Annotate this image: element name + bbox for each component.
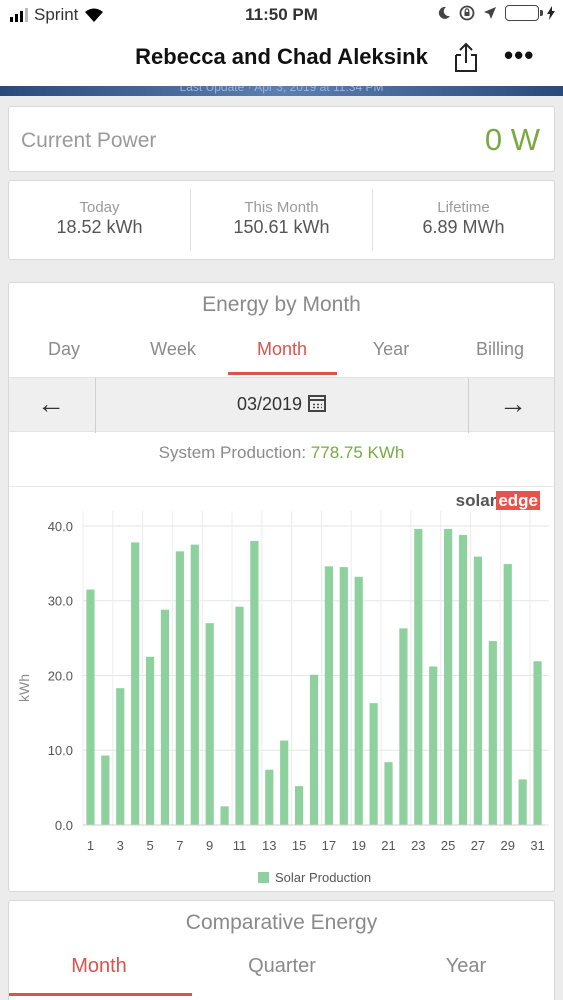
bar-day-11	[235, 606, 244, 825]
bar-day-28	[488, 641, 497, 825]
moon-icon	[438, 6, 450, 19]
active-tab-indicator	[9, 993, 192, 996]
y-tick-label: 40.0	[48, 519, 73, 534]
x-tick-label: 17	[322, 838, 336, 853]
bar-day-4	[131, 542, 140, 825]
x-tick-label: 1	[87, 838, 94, 853]
y-tick-label: 0.0	[55, 818, 73, 833]
legend-swatch	[258, 872, 269, 883]
legend-label: Solar Production	[275, 870, 371, 885]
bar-day-13	[265, 769, 274, 825]
bar-day-1	[86, 589, 95, 825]
bar-day-3	[116, 688, 125, 825]
energy-bar-chart: 0.010.020.030.040.01 3 5 7 9 11 13 15 17 19 21 23 25…	[16, 511, 549, 885]
stat-label: Today	[79, 199, 120, 216]
bar-day-19	[354, 576, 363, 825]
location-icon	[484, 7, 496, 19]
bar-day-20	[369, 703, 378, 825]
x-tick-label: 13	[262, 838, 276, 853]
stat-value: 6.89 MWh	[422, 217, 505, 237]
battery-icon	[505, 5, 543, 21]
last-update-banner: Last Update · Apr 3, 2019 at 11:34 PM	[0, 86, 563, 96]
energy-stats-card: Today 18.52 kWh This Month 150.61 kWh Li…	[8, 180, 555, 260]
bar-day-7	[175, 551, 184, 825]
bar-day-23	[414, 528, 423, 825]
x-tick-label: 29	[501, 838, 515, 853]
stat-value: 150.61 kWh	[233, 217, 330, 237]
bar-day-6	[160, 609, 170, 825]
comparative-heading: Comparative Energy	[185, 911, 378, 934]
rotation-lock-icon	[459, 5, 475, 21]
bar-day-17	[324, 566, 334, 825]
charging-icon	[547, 6, 555, 20]
bar-day-24	[429, 666, 438, 825]
bar-day-18	[339, 567, 348, 825]
x-tick-label: 19	[351, 838, 365, 853]
bar-day-21	[384, 762, 393, 825]
bar-day-14	[280, 740, 289, 825]
tab-comparative-year[interactable]: Year	[396, 955, 536, 978]
x-tick-label: 7	[176, 838, 183, 853]
y-tick-label: 30.0	[48, 594, 73, 609]
stat-this-month: This Month 150.61 kWh	[191, 189, 373, 251]
stat-label: Lifetime	[437, 199, 490, 216]
bar-day-16	[309, 674, 319, 825]
x-tick-label: 11	[233, 838, 247, 853]
y-axis-label: kWh	[16, 674, 32, 702]
bar-day-9	[205, 623, 214, 825]
x-tick-label: 31	[530, 838, 544, 853]
x-tick-label: 3	[117, 838, 124, 853]
site-title: Rebecca and Chad Aleksink	[135, 44, 428, 69]
bar-day-2	[101, 755, 110, 825]
status-bar: Sprint 11:50 PM	[0, 0, 563, 30]
x-tick-label: 25	[441, 838, 455, 853]
bar-day-30	[518, 779, 527, 825]
bar-day-5	[145, 656, 155, 825]
x-tick-label: 15	[292, 838, 306, 853]
stat-lifetime: Lifetime 6.89 MWh	[373, 189, 554, 251]
bar-day-10	[220, 806, 229, 825]
comparative-energy-card: Comparative Energy Month Quarter Year	[8, 900, 555, 1000]
bar-day-15	[294, 786, 304, 825]
stat-today: Today 18.52 kWh	[9, 189, 191, 251]
bar-day-22	[399, 628, 408, 825]
more-menu-button[interactable]: •••	[504, 40, 534, 71]
y-tick-label: 10.0	[48, 743, 73, 758]
bar-day-31	[533, 661, 542, 825]
x-tick-label: 5	[146, 838, 153, 853]
current-power-value: 0 W	[484, 122, 540, 157]
bar-day-8	[190, 544, 199, 825]
current-power-card: Current Power 0 W	[8, 106, 555, 172]
current-power-label: Current Power	[21, 129, 157, 152]
y-tick-label: 20.0	[48, 668, 73, 683]
stat-label: This Month	[244, 199, 319, 216]
x-tick-label: 27	[471, 838, 485, 853]
nav-bar: Rebecca and Chad Aleksink •••	[0, 30, 563, 86]
tab-comparative-month[interactable]: Month	[29, 955, 169, 978]
bar-day-29	[503, 564, 512, 825]
x-tick-label: 21	[381, 838, 395, 853]
status-right	[437, 5, 555, 21]
bar-day-12	[250, 540, 259, 825]
share-icon[interactable]	[452, 42, 480, 74]
energy-chart-card: Energy by Month Day Week Month Year Bill…	[8, 282, 555, 892]
tab-comparative-quarter[interactable]: Quarter	[212, 955, 352, 978]
x-tick-label: 9	[206, 838, 213, 853]
bar-day-26	[458, 534, 468, 825]
bar-day-25	[444, 528, 453, 825]
stat-value: 18.52 kWh	[56, 217, 143, 237]
x-tick-label: 23	[411, 838, 425, 853]
bar-day-27	[473, 556, 483, 825]
